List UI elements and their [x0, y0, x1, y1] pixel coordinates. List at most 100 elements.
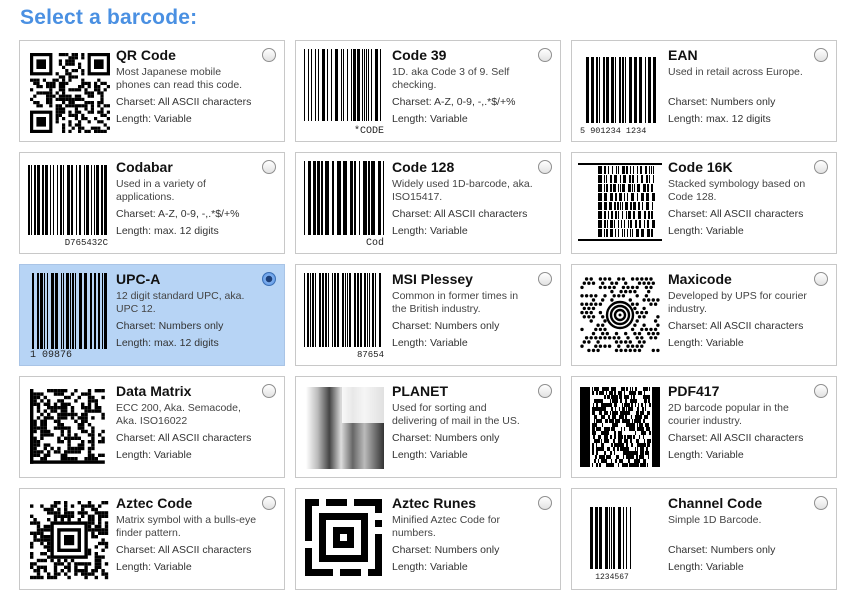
- barcode-radio-button[interactable]: [262, 272, 276, 286]
- barcode-charset: Charset: All ASCII characters: [116, 544, 252, 556]
- barcode-description: Simple 1D Barcode.: [668, 514, 762, 526]
- barcode-length: Length: Variable: [392, 225, 468, 237]
- channel-code-barcode-icon: 1234567: [578, 495, 662, 583]
- barcode-description: Stacked symbology based on Code 128.: [668, 178, 806, 203]
- barcode-option-aztec-runes[interactable]: Aztec Runes Minified Aztec Code for numbe…: [295, 488, 561, 590]
- code16k-barcode-icon: [578, 159, 662, 247]
- codabar-barcode-icon: D765432C: [26, 159, 110, 247]
- barcode-radio-button[interactable]: [538, 48, 552, 62]
- barcode-radio-button[interactable]: [814, 384, 828, 398]
- barcode-length: Length: Variable: [392, 449, 468, 461]
- page-title: Select a barcode:: [20, 6, 198, 29]
- barcode-radio-button[interactable]: [262, 160, 276, 174]
- data-matrix-icon: [26, 383, 110, 471]
- barcode-option-code-128[interactable]: Cod Code 128 Widely used 1D-barcode, aka. …: [295, 152, 561, 254]
- barcode-info: EAN Used in retail across Europe. Charset:…: [668, 47, 810, 126]
- barcode-description: Minified Aztec Code for numbers.: [392, 514, 500, 539]
- planet-barcode-icon: [302, 383, 386, 471]
- barcode-name: Code 128: [392, 159, 455, 175]
- barcode-name: Channel Code: [668, 495, 763, 511]
- barcode-name: UPC-A: [116, 271, 161, 287]
- barcode-info: Code 39 1D. aka Code 3 of 9. Self checkin…: [392, 47, 534, 126]
- barcode-grid: QR Code Most Japanese mobile phones can r…: [19, 40, 837, 590]
- aztec-code-icon: [26, 495, 110, 583]
- barcode-name: Maxicode: [668, 271, 732, 287]
- barcode-radio-button[interactable]: [262, 496, 276, 510]
- barcode-charset: Charset: All ASCII characters: [116, 96, 252, 108]
- svg-text:1234567: 1234567: [595, 573, 629, 582]
- barcode-description: Common in former times in the British in…: [392, 290, 519, 315]
- barcode-length: Length: Variable: [116, 449, 192, 461]
- barcode-charset: Charset: Numbers only: [392, 432, 500, 444]
- barcode-option-upc-a[interactable]: 1 09876 UPC-A 12 digit standard UPC, aka. …: [19, 264, 285, 366]
- barcode-name: Data Matrix: [116, 383, 192, 399]
- barcode-radio-button[interactable]: [538, 272, 552, 286]
- barcode-option-codabar[interactable]: D765432C Codabar Used in a variety of appl…: [19, 152, 285, 254]
- barcode-option-code-16k[interactable]: Code 16K Stacked symbology based on Code …: [571, 152, 837, 254]
- barcode-radio-button[interactable]: [262, 384, 276, 398]
- barcode-name: PDF417: [668, 383, 720, 399]
- barcode-length: Length: Variable: [668, 561, 744, 573]
- barcode-option-pdf417[interactable]: PDF417 2D barcode popular in the courier …: [571, 376, 837, 478]
- barcode-info: Code 128 Widely used 1D-barcode, aka. ISO…: [392, 159, 534, 238]
- barcode-name: Codabar: [116, 159, 173, 175]
- barcode-info: Maxicode Developed by UPS for courier ind…: [668, 271, 810, 350]
- barcode-name: PLANET: [392, 383, 448, 399]
- barcode-info: UPC-A 12 digit standard UPC, aka. UPC 12.…: [116, 271, 258, 350]
- barcode-info: QR Code Most Japanese mobile phones can r…: [116, 47, 258, 126]
- barcode-charset: Charset: Numbers only: [392, 320, 500, 332]
- ean-barcode-icon: 5 901234 1234: [578, 47, 662, 135]
- barcode-info: MSI Plessey Common in former times in the…: [392, 271, 534, 350]
- barcode-length: Length: Variable: [392, 561, 468, 573]
- barcode-info: Channel Code Simple 1D Barcode. Charset: N…: [668, 495, 810, 574]
- barcode-charset: Charset: A-Z, 0-9, -,.*$/+%: [116, 208, 240, 220]
- barcode-option-maxicode[interactable]: Maxicode Developed by UPS for courier ind…: [571, 264, 837, 366]
- barcode-radio-button[interactable]: [814, 48, 828, 62]
- msi-plessey-barcode-icon: 87654: [302, 271, 386, 359]
- barcode-radio-button[interactable]: [814, 272, 828, 286]
- barcode-option-code-39[interactable]: *CODE Code 39 1D. aka Code 3 of 9. Self ch…: [295, 40, 561, 142]
- svg-text:5 901234 1234: 5 901234 1234: [580, 126, 646, 135]
- barcode-info: Data Matrix ECC 200, Aka. Semacode, Aka. …: [116, 383, 258, 462]
- barcode-option-aztec-code[interactable]: Aztec Code Matrix symbol with a bulls-eye…: [19, 488, 285, 590]
- barcode-charset: Charset: Numbers only: [668, 544, 776, 556]
- barcode-length: Length: max. 12 digits: [116, 337, 219, 349]
- barcode-radio-button[interactable]: [814, 496, 828, 510]
- barcode-length: Length: Variable: [668, 225, 744, 237]
- barcode-length: Length: max. 12 digits: [668, 113, 771, 125]
- barcode-charset: Charset: A-Z, 0-9, -,.*$/+%: [392, 96, 516, 108]
- barcode-info: Aztec Code Matrix symbol with a bulls-eye…: [116, 495, 258, 574]
- barcode-radio-button[interactable]: [262, 48, 276, 62]
- barcode-info: Codabar Used in a variety of applications…: [116, 159, 258, 238]
- barcode-length: Length: Variable: [392, 113, 468, 125]
- barcode-length: Length: Variable: [116, 561, 192, 573]
- barcode-radio-button[interactable]: [538, 160, 552, 174]
- barcode-radio-button[interactable]: [814, 160, 828, 174]
- barcode-radio-button[interactable]: [538, 496, 552, 510]
- barcode-description: 1D. aka Code 3 of 9. Self checking.: [392, 66, 510, 91]
- barcode-info: PLANET Used for sorting and delivering of…: [392, 383, 534, 462]
- barcode-charset: Charset: All ASCII characters: [668, 432, 804, 444]
- barcode-option-planet[interactable]: PLANET Used for sorting and delivering of…: [295, 376, 561, 478]
- svg-text:*CODE: *CODE: [354, 125, 384, 135]
- maxicode-icon: [578, 271, 662, 359]
- barcode-option-ean[interactable]: 5 901234 1234 EAN Used in retail across Eu…: [571, 40, 837, 142]
- barcode-option-channel-code[interactable]: 1234567 Channel Code Simple 1D Barcode. Cha…: [571, 488, 837, 590]
- svg-text:87654: 87654: [357, 350, 384, 359]
- barcode-option-qr-code[interactable]: QR Code Most Japanese mobile phones can r…: [19, 40, 285, 142]
- barcode-charset: Charset: All ASCII characters: [668, 320, 804, 332]
- barcode-radio-button[interactable]: [538, 384, 552, 398]
- barcode-description: 12 digit standard UPC, aka. UPC 12.: [116, 290, 245, 315]
- barcode-length: Length: Variable: [668, 449, 744, 461]
- barcode-length: Length: Variable: [116, 113, 192, 125]
- barcode-description: Widely used 1D-barcode, aka. ISO15417.: [392, 178, 533, 203]
- barcode-option-data-matrix[interactable]: Data Matrix ECC 200, Aka. Semacode, Aka. …: [19, 376, 285, 478]
- barcode-name: Aztec Runes: [392, 495, 477, 511]
- barcode-name: Aztec Code: [116, 495, 193, 511]
- barcode-option-msi-plessey[interactable]: 87654 MSI Plessey Common in former times i…: [295, 264, 561, 366]
- barcode-charset: Charset: Numbers only: [392, 544, 500, 556]
- barcode-length: Length: Variable: [392, 337, 468, 349]
- barcode-description: 2D barcode popular in the courier indust…: [668, 402, 789, 427]
- barcode-description: Most Japanese mobile phones can read thi…: [116, 66, 243, 91]
- barcode-info: Aztec Runes Minified Aztec Code for numbe…: [392, 495, 534, 574]
